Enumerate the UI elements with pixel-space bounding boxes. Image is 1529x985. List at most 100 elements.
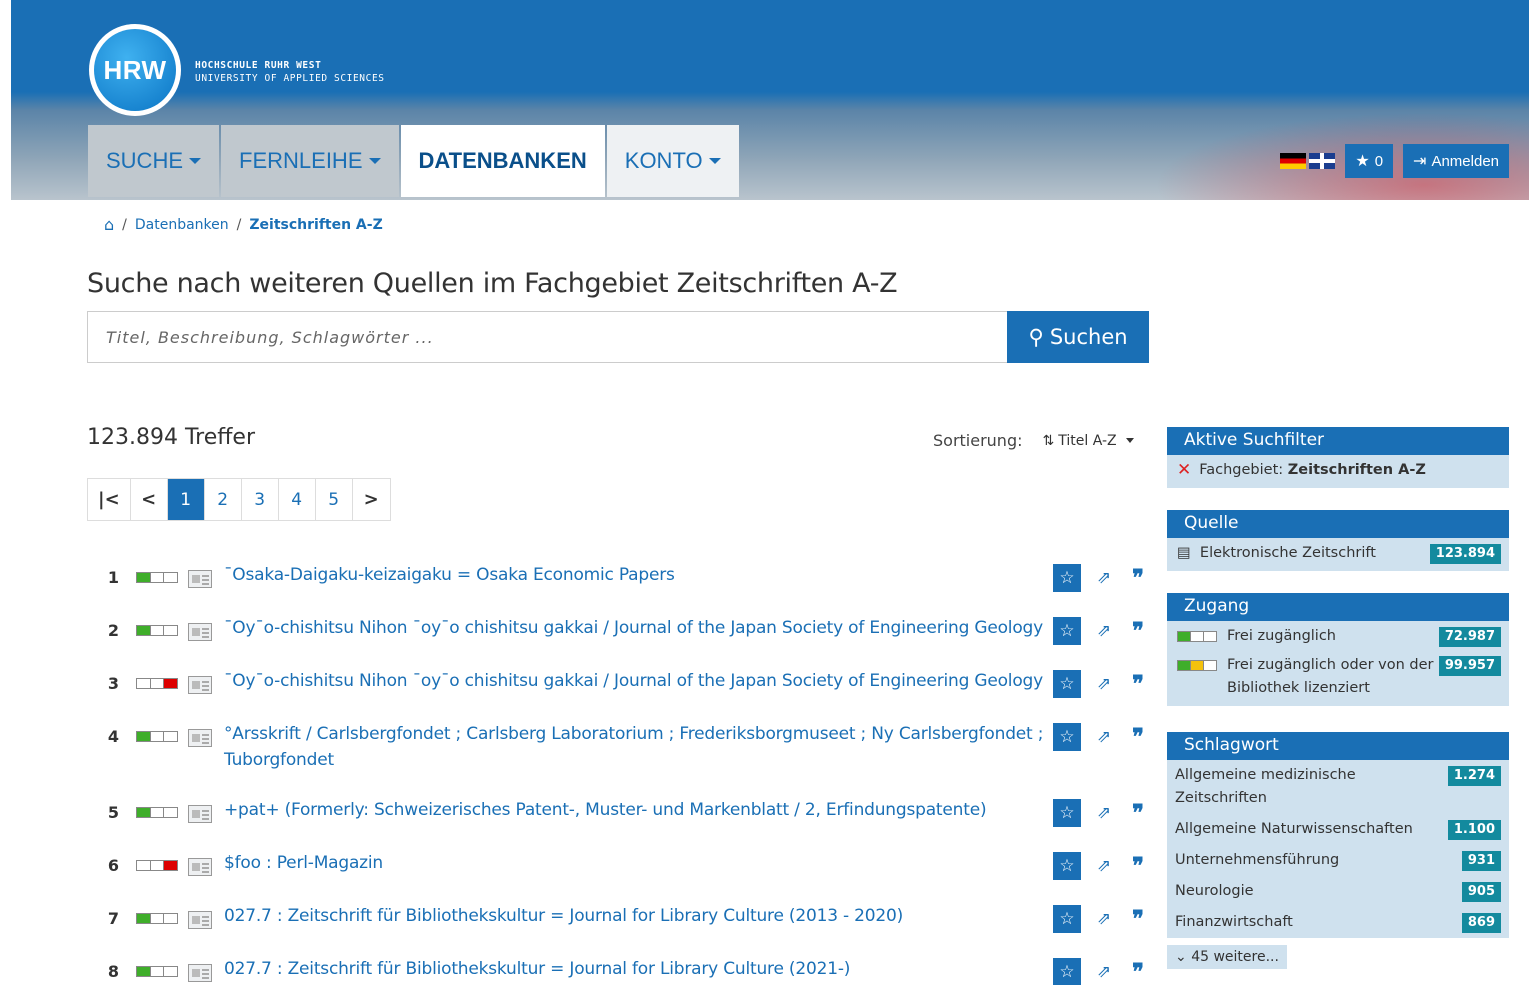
university-line1: HOCHSCHULE RUHR WEST (195, 60, 322, 71)
cite-icon[interactable]: ❞ (1127, 618, 1149, 644)
result-title-link[interactable]: +pat+ (Formerly: Schweizerisches Patent-… (224, 797, 1044, 823)
hit-count: 123.894 Treffer (87, 425, 256, 450)
cite-icon[interactable]: ❞ (1127, 671, 1149, 697)
facet-label: Frei zugänglich oder von der Bibliothek … (1227, 657, 1434, 696)
result-title-link[interactable]: ¯Oy¯o-chishitsu Nihon ¯oy¯o chishitsu ga… (224, 668, 1044, 694)
facet-count: 1.274 (1447, 766, 1501, 786)
search-form: ⚲ Suchen (87, 311, 1149, 363)
login-button[interactable]: ⇥ Anmelden (1403, 144, 1509, 178)
result-title-link[interactable]: 027.7 : Zeitschrift für Bibliothekskultu… (224, 956, 1044, 982)
page-2[interactable]: 2 (205, 479, 242, 520)
breadcrumb-separator: / (122, 216, 127, 233)
add-favorite-icon[interactable]: ☆ (1053, 958, 1081, 985)
page-3[interactable]: 3 (242, 479, 279, 520)
journal-type-icon (188, 805, 212, 823)
main-nav: SUCHE FERNLEIHE DATENBANKEN KONTO (88, 125, 741, 197)
result-title-link[interactable]: °Arsskrift / Carlsbergfondet ; Carlsberg… (224, 721, 1044, 773)
active-filters-panel: Aktive Suchfilter ✕ Fachgebiet: Zeitschr… (1167, 427, 1509, 488)
journal-type-icon (188, 623, 212, 641)
share-icon[interactable]: ⇗ (1093, 727, 1115, 747)
result-title-link[interactable]: 027.7 : Zeitschrift für Bibliothekskultu… (224, 903, 1044, 929)
hrw-logo[interactable]: HRW (89, 24, 181, 116)
nav-konto[interactable]: KONTO (606, 125, 739, 197)
add-favorite-icon[interactable]: ☆ (1053, 852, 1081, 880)
share-icon[interactable]: ⇗ (1093, 621, 1115, 641)
page-1[interactable]: 1 (167, 479, 205, 520)
result-number: 8 (107, 962, 119, 981)
facet-item-schlagwort[interactable]: Allgemeine Naturwissenschaften 1.100 (1167, 814, 1509, 845)
share-icon[interactable]: ⇗ (1093, 962, 1115, 982)
add-favorite-icon[interactable]: ☆ (1053, 670, 1081, 698)
page-5[interactable]: 5 (316, 479, 353, 520)
result-number: 5 (107, 803, 119, 822)
breadcrumb-current[interactable]: Zeitschriften A-Z (249, 217, 382, 233)
result-row: 1 ¯Osaka-Daigaku-keizaigaku = Osaka Econo… (87, 562, 1149, 592)
cite-icon[interactable]: ❞ (1127, 800, 1149, 826)
result-row: 2 ¯Oy¯o-chishitsu Nihon ¯oy¯o chishitsu g… (87, 615, 1149, 645)
journal-type-icon (188, 570, 212, 588)
result-number: 1 (107, 568, 119, 587)
add-favorite-icon[interactable]: ☆ (1053, 723, 1081, 751)
nav-fernleihe[interactable]: FERNLEIHE (221, 125, 399, 197)
facet-count: 99.957 (1438, 656, 1501, 676)
prev-page-button[interactable]: < (131, 479, 168, 520)
nav-fernleihe-label: FERNLEIHE (239, 148, 363, 173)
facet-item-frei-oder-lizenziert[interactable]: Frei zugänglich oder von der Bibliothek … (1167, 648, 1509, 706)
search-button[interactable]: ⚲ Suchen (1007, 311, 1149, 363)
facet-item-schlagwort[interactable]: Finanzwirtschaft 869 (1167, 907, 1509, 938)
nav-konto-label: KONTO (624, 148, 703, 173)
cite-icon[interactable]: ❞ (1127, 724, 1149, 750)
remove-filter-icon[interactable]: ✕ (1177, 459, 1191, 482)
german-flag-icon[interactable] (1280, 153, 1307, 169)
nav-datenbanken[interactable]: DATENBANKEN (400, 125, 605, 197)
result-title-link[interactable]: ¯Osaka-Daigaku-keizaigaku = Osaka Econom… (224, 562, 1044, 588)
facet-count: 72.987 (1438, 627, 1501, 647)
cite-icon[interactable]: ❞ (1127, 565, 1149, 591)
journal-type-icon (188, 729, 212, 747)
facet-item-frei[interactable]: Frei zugänglich 72.987 (1167, 621, 1509, 648)
sign-in-icon: ⇥ (1413, 153, 1427, 170)
add-favorite-icon[interactable]: ☆ (1053, 905, 1081, 933)
nav-datenbanken-label: DATENBANKEN (418, 148, 587, 173)
facet-count: 123.894 (1429, 544, 1501, 564)
search-input[interactable] (87, 311, 1007, 363)
active-filter[interactable]: ✕ Fachgebiet: Zeitschriften A-Z (1167, 455, 1509, 488)
search-heading: Suche nach weiteren Quellen im Fachgebie… (87, 268, 898, 299)
cite-icon[interactable]: ❞ (1127, 853, 1149, 879)
add-favorite-icon[interactable]: ☆ (1053, 564, 1081, 592)
page-4[interactable]: 4 (279, 479, 316, 520)
next-page-button[interactable]: > (353, 479, 390, 520)
cite-icon[interactable]: ❞ (1127, 906, 1149, 932)
nav-suche[interactable]: SUCHE (88, 125, 220, 197)
facet-label: Allgemeine Naturwissenschaften (1175, 821, 1413, 837)
quelle-panel: Quelle ▤ Elektronische Zeitschrift 123.8… (1167, 510, 1509, 571)
add-favorite-icon[interactable]: ☆ (1053, 617, 1081, 645)
favorites-count: 0 (1374, 152, 1384, 170)
facet-label: Neurologie (1175, 883, 1254, 899)
access-green-yellow-icon (1177, 660, 1217, 671)
result-title-link[interactable]: $foo : Perl-Magazin (224, 850, 1044, 876)
facet-item-elektronische-zeitschrift[interactable]: ▤ Elektronische Zeitschrift 123.894 (1167, 538, 1509, 571)
share-icon[interactable]: ⇗ (1093, 674, 1115, 694)
first-page-button[interactable]: |< (88, 479, 131, 520)
breadcrumb-datenbanken[interactable]: Datenbanken (135, 217, 229, 233)
cite-icon[interactable]: ❞ (1127, 959, 1149, 985)
home-icon[interactable]: ⌂ (104, 215, 114, 234)
sort-dropdown[interactable]: ⇅ Titel A-Z (1043, 433, 1134, 449)
search-button-label: Suchen (1049, 325, 1128, 349)
facet-item-schlagwort[interactable]: Unternehmensführung 931 (1167, 845, 1509, 876)
language-switcher (1280, 153, 1336, 169)
share-icon[interactable]: ⇗ (1093, 909, 1115, 929)
share-icon[interactable]: ⇗ (1093, 856, 1115, 876)
facet-item-schlagwort[interactable]: Neurologie 905 (1167, 876, 1509, 907)
add-favorite-icon[interactable]: ☆ (1053, 799, 1081, 827)
show-more-link[interactable]: ⌄ 45 weitere... (1167, 945, 1287, 969)
english-flag-icon[interactable] (1309, 153, 1336, 169)
favorites-button[interactable]: ★ 0 (1345, 144, 1394, 178)
share-icon[interactable]: ⇗ (1093, 803, 1115, 823)
share-icon[interactable]: ⇗ (1093, 568, 1115, 588)
schlagwort-title: Schlagwort (1167, 732, 1509, 760)
facet-item-schlagwort[interactable]: Allgemeine medizinische Zeitschriften 1.… (1167, 760, 1509, 814)
result-title-link[interactable]: ¯Oy¯o-chishitsu Nihon ¯oy¯o chishitsu ga… (224, 615, 1044, 641)
access-indicator-icon (136, 731, 178, 742)
